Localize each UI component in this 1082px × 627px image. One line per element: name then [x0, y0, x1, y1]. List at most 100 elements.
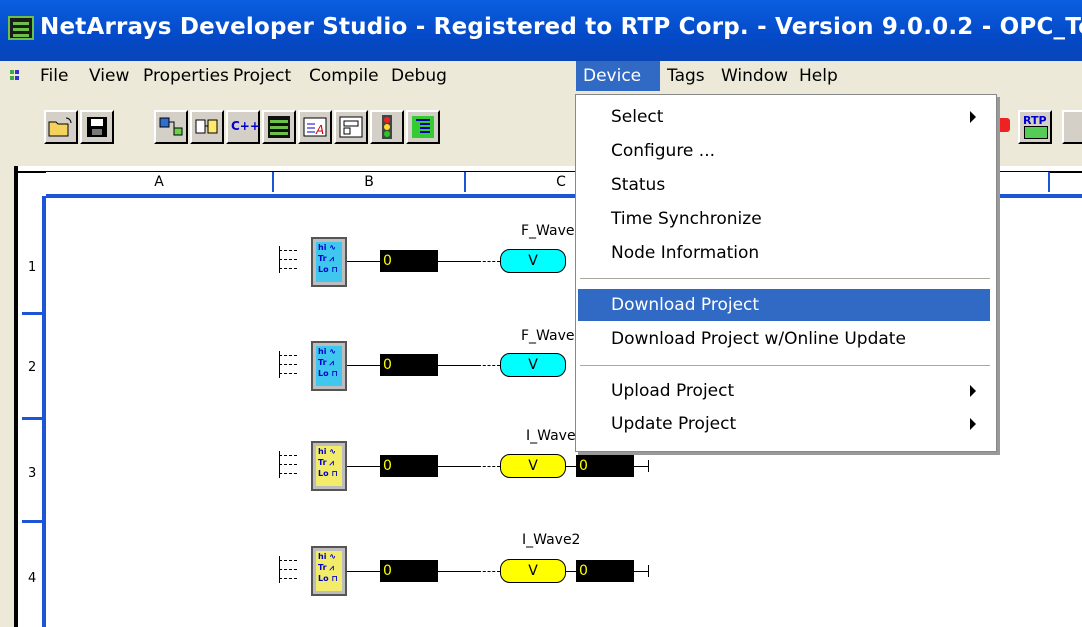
wire	[634, 571, 648, 572]
column-header-b[interactable]: B	[274, 172, 466, 192]
output-value[interactable]: 0	[380, 455, 438, 477]
wire-end-cap	[648, 565, 649, 577]
wire-dashed	[478, 466, 500, 467]
tag-value-output[interactable]: 0	[576, 455, 634, 477]
variable-pill[interactable]: V	[500, 559, 566, 583]
waveform-generator-block[interactable]: hi ∿ Tr ⩘ Lo ⊓	[311, 341, 347, 391]
device-menu-configure[interactable]: Configure ...	[578, 135, 990, 167]
row-header-3[interactable]: 3	[22, 420, 42, 523]
tag-value-output[interactable]: 0	[576, 560, 634, 582]
open-folder-icon[interactable]	[44, 110, 78, 144]
menu-debug[interactable]: Debug	[384, 61, 454, 91]
device-menu-update-project[interactable]: Update Project	[578, 408, 990, 440]
function-block-icon[interactable]	[190, 110, 224, 144]
traffic-light-icon[interactable]	[370, 110, 404, 144]
netarrays-icon[interactable]	[262, 110, 296, 144]
menu-separator	[580, 365, 990, 367]
window-title: NetArrays Developer Studio - Registered …	[40, 14, 1082, 40]
tr-label: Tr	[318, 358, 327, 367]
device-menu-status[interactable]: Status	[578, 169, 990, 201]
tag-label: F_Wave	[521, 223, 575, 239]
output-value[interactable]: 0	[380, 560, 438, 582]
netarrays-app-icon[interactable]	[8, 16, 34, 40]
menu-device[interactable]: Device	[576, 61, 660, 91]
variable-pill[interactable]: V	[500, 454, 566, 478]
save-disk-icon[interactable]	[80, 110, 114, 144]
document-menu-icon[interactable]	[10, 70, 28, 86]
form-icon[interactable]	[334, 110, 368, 144]
wire	[347, 365, 381, 366]
hi-label: hi	[318, 347, 327, 356]
device-menu-download-project-online-update[interactable]: Download Project w/Online Update	[578, 323, 990, 355]
menu-window[interactable]: Window	[714, 61, 795, 91]
lo-label: Lo	[318, 265, 329, 274]
device-menu-time-synchronize[interactable]: Time Synchronize	[578, 203, 990, 235]
toolbar-overflow-button[interactable]	[1062, 110, 1082, 144]
row-header-border	[42, 196, 46, 627]
device-menu-select[interactable]: Select	[578, 101, 990, 133]
cplusplus-icon[interactable]: C++	[226, 110, 260, 144]
device-menu-download-project[interactable]: Download Project	[578, 289, 990, 321]
wire-dashed	[478, 261, 500, 262]
input-pins[interactable]	[279, 556, 299, 590]
waveform-generator-block[interactable]: hi ∿ Tr ⩘ Lo ⊓	[311, 441, 347, 491]
wire	[347, 466, 381, 467]
waveform-generator-block[interactable]: hi ∿ Tr ⩘ Lo ⊓	[311, 546, 347, 596]
row-header-2[interactable]: 2	[22, 315, 42, 420]
row-number: 3	[28, 466, 37, 481]
menu-help[interactable]: Help	[792, 61, 845, 91]
lo-label: Lo	[318, 469, 329, 478]
output-value[interactable]: 0	[380, 354, 438, 376]
variable-pill[interactable]: V	[500, 353, 566, 377]
menu-tags[interactable]: Tags	[660, 61, 712, 91]
menu-item-label: Select	[611, 107, 664, 127]
row-number: 2	[28, 360, 37, 375]
row-number: 1	[28, 260, 37, 275]
wire	[566, 466, 576, 467]
input-pins[interactable]	[279, 351, 299, 385]
menu-compile[interactable]: Compile	[302, 61, 386, 91]
svg-text:A: A	[315, 123, 324, 137]
wire-dashed	[478, 571, 500, 572]
stop-icon[interactable]	[996, 118, 1010, 132]
menu-file[interactable]: File	[33, 61, 75, 91]
wire	[566, 571, 576, 572]
menu-view[interactable]: View	[82, 61, 136, 91]
column-header-a[interactable]: A	[46, 172, 274, 192]
tag-label: I_Wave2	[522, 532, 581, 548]
tag-label: I_Wave	[526, 428, 576, 444]
tr-label: Tr	[318, 254, 327, 263]
device-menu-upload-project[interactable]: Upload Project	[578, 375, 990, 407]
tr-label: Tr	[318, 458, 327, 467]
wire	[347, 261, 381, 262]
device-menu-node-information[interactable]: Node Information	[578, 237, 990, 269]
waveform-block-face: hi ∿ Tr ⩘ Lo ⊓	[316, 446, 342, 486]
hi-label: hi	[318, 447, 327, 456]
wire	[438, 571, 478, 572]
device-dropdown-menu: Select Configure ... Status Time Synchro…	[575, 94, 997, 452]
menu-properties[interactable]: Properties	[136, 61, 236, 91]
menu-item-label: Update Project	[611, 414, 737, 434]
waveform-generator-block[interactable]: hi ∿ Tr ⩘ Lo ⊓	[311, 237, 347, 287]
menu-project[interactable]: Project	[226, 61, 298, 91]
variable-pill[interactable]: V	[500, 249, 566, 273]
title-bar: NetArrays Developer Studio - Registered …	[0, 0, 1082, 61]
tree-icon[interactable]	[406, 110, 440, 144]
menu-separator	[580, 278, 990, 280]
rtp-fifo-icon[interactable]: RTP	[1018, 110, 1052, 144]
row-header-1[interactable]: 1	[22, 200, 42, 315]
submenu-arrow-icon	[970, 111, 976, 123]
cpp-label: C++	[231, 119, 260, 133]
submenu-arrow-icon	[970, 385, 976, 397]
row-number: 4	[28, 571, 37, 586]
input-pins[interactable]	[279, 451, 299, 485]
tag-label: F_Wave	[521, 328, 575, 344]
row-header-4[interactable]: 4	[22, 523, 42, 627]
output-value[interactable]: 0	[380, 250, 438, 272]
input-pins[interactable]	[279, 246, 299, 280]
wire-end-cap	[648, 460, 649, 472]
flow-icon[interactable]	[154, 110, 188, 144]
lo-label: Lo	[318, 574, 329, 583]
wire	[438, 261, 478, 262]
text-icon[interactable]: A	[298, 110, 332, 144]
